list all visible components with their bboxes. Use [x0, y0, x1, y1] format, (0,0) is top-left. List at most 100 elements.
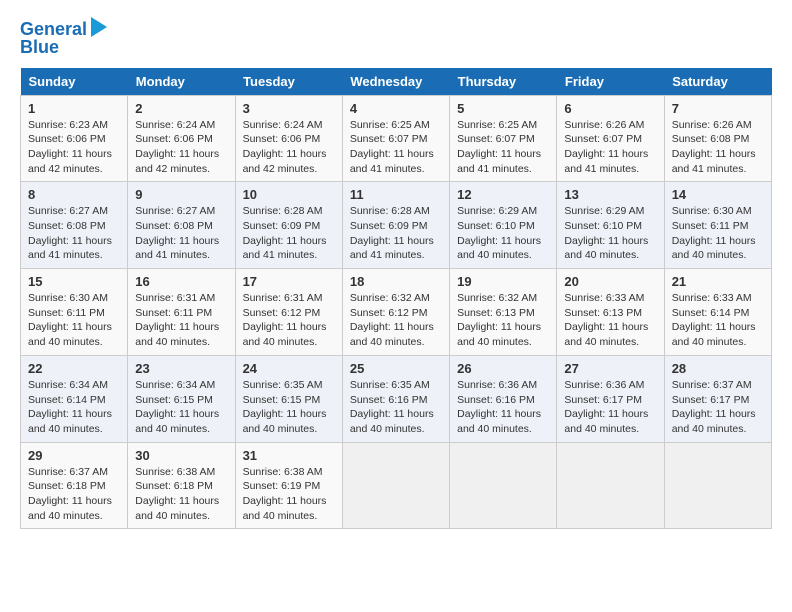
cell-content: Sunrise: 6:26 AM Sunset: 6:07 PM Dayligh…: [564, 118, 656, 177]
calendar-cell: 17 Sunrise: 6:31 AM Sunset: 6:12 PM Dayl…: [235, 269, 342, 356]
cell-content: Sunrise: 6:27 AM Sunset: 6:08 PM Dayligh…: [28, 204, 120, 263]
calendar-cell: [450, 442, 557, 529]
cell-content: Sunrise: 6:36 AM Sunset: 6:17 PM Dayligh…: [564, 378, 656, 437]
calendar-cell: 26 Sunrise: 6:36 AM Sunset: 6:16 PM Dayl…: [450, 355, 557, 442]
sunset-label: Sunset: 6:08 PM: [135, 220, 213, 232]
day-number: 2: [135, 101, 227, 116]
day-number: 30: [135, 448, 227, 463]
day-number: 1: [28, 101, 120, 116]
calendar-cell: 21 Sunrise: 6:33 AM Sunset: 6:14 PM Dayl…: [664, 269, 771, 356]
calendar-week-4: 22 Sunrise: 6:34 AM Sunset: 6:14 PM Dayl…: [21, 355, 772, 442]
calendar-cell: [342, 442, 449, 529]
day-number: 24: [243, 361, 335, 376]
sunset-label: Sunset: 6:15 PM: [135, 394, 213, 406]
day-number: 10: [243, 187, 335, 202]
calendar-cell: 12 Sunrise: 6:29 AM Sunset: 6:10 PM Dayl…: [450, 182, 557, 269]
day-number: 9: [135, 187, 227, 202]
sunset-label: Sunset: 6:16 PM: [457, 394, 535, 406]
daylight-label: Daylight: 11 hours and 40 minutes.: [243, 321, 327, 348]
calendar-cell: 14 Sunrise: 6:30 AM Sunset: 6:11 PM Dayl…: [664, 182, 771, 269]
day-number: 18: [350, 274, 442, 289]
sunrise-label: Sunrise: 6:30 AM: [672, 205, 752, 217]
daylight-label: Daylight: 11 hours and 40 minutes.: [457, 235, 541, 262]
calendar-cell: 27 Sunrise: 6:36 AM Sunset: 6:17 PM Dayl…: [557, 355, 664, 442]
cell-content: Sunrise: 6:26 AM Sunset: 6:08 PM Dayligh…: [672, 118, 764, 177]
sunset-label: Sunset: 6:17 PM: [564, 394, 642, 406]
calendar-cell: 1 Sunrise: 6:23 AM Sunset: 6:06 PM Dayli…: [21, 95, 128, 182]
cell-content: Sunrise: 6:34 AM Sunset: 6:14 PM Dayligh…: [28, 378, 120, 437]
sunrise-label: Sunrise: 6:26 AM: [672, 119, 752, 131]
sunset-label: Sunset: 6:06 PM: [28, 133, 106, 145]
calendar-cell: 7 Sunrise: 6:26 AM Sunset: 6:08 PM Dayli…: [664, 95, 771, 182]
calendar-cell: [664, 442, 771, 529]
weekday-header-wednesday: Wednesday: [342, 68, 449, 96]
sunset-label: Sunset: 6:08 PM: [672, 133, 750, 145]
day-number: 8: [28, 187, 120, 202]
sunrise-label: Sunrise: 6:35 AM: [350, 379, 430, 391]
sunrise-label: Sunrise: 6:27 AM: [135, 205, 215, 217]
sunset-label: Sunset: 6:12 PM: [243, 307, 321, 319]
day-number: 7: [672, 101, 764, 116]
weekday-header-tuesday: Tuesday: [235, 68, 342, 96]
cell-content: Sunrise: 6:35 AM Sunset: 6:16 PM Dayligh…: [350, 378, 442, 437]
sunrise-label: Sunrise: 6:37 AM: [28, 466, 108, 478]
day-number: 15: [28, 274, 120, 289]
sunrise-label: Sunrise: 6:37 AM: [672, 379, 752, 391]
sunrise-label: Sunrise: 6:24 AM: [135, 119, 215, 131]
day-number: 12: [457, 187, 549, 202]
daylight-label: Daylight: 11 hours and 40 minutes.: [28, 495, 112, 522]
calendar-week-5: 29 Sunrise: 6:37 AM Sunset: 6:18 PM Dayl…: [21, 442, 772, 529]
sunrise-label: Sunrise: 6:32 AM: [350, 292, 430, 304]
calendar-week-3: 15 Sunrise: 6:30 AM Sunset: 6:11 PM Dayl…: [21, 269, 772, 356]
calendar-cell: 30 Sunrise: 6:38 AM Sunset: 6:18 PM Dayl…: [128, 442, 235, 529]
calendar-table: SundayMondayTuesdayWednesdayThursdayFrid…: [20, 68, 772, 530]
calendar-week-1: 1 Sunrise: 6:23 AM Sunset: 6:06 PM Dayli…: [21, 95, 772, 182]
day-number: 5: [457, 101, 549, 116]
sunrise-label: Sunrise: 6:30 AM: [28, 292, 108, 304]
daylight-label: Daylight: 11 hours and 41 minutes.: [243, 235, 327, 262]
weekday-header-sunday: Sunday: [21, 68, 128, 96]
sunset-label: Sunset: 6:07 PM: [457, 133, 535, 145]
sunset-label: Sunset: 6:15 PM: [243, 394, 321, 406]
cell-content: Sunrise: 6:33 AM Sunset: 6:13 PM Dayligh…: [564, 291, 656, 350]
calendar-cell: 10 Sunrise: 6:28 AM Sunset: 6:09 PM Dayl…: [235, 182, 342, 269]
sunset-label: Sunset: 6:17 PM: [672, 394, 750, 406]
calendar-cell: 22 Sunrise: 6:34 AM Sunset: 6:14 PM Dayl…: [21, 355, 128, 442]
sunrise-label: Sunrise: 6:31 AM: [243, 292, 323, 304]
day-number: 20: [564, 274, 656, 289]
sunset-label: Sunset: 6:09 PM: [350, 220, 428, 232]
day-number: 3: [243, 101, 335, 116]
cell-content: Sunrise: 6:30 AM Sunset: 6:11 PM Dayligh…: [672, 204, 764, 263]
sunrise-label: Sunrise: 6:28 AM: [350, 205, 430, 217]
weekday-header-thursday: Thursday: [450, 68, 557, 96]
sunrise-label: Sunrise: 6:27 AM: [28, 205, 108, 217]
cell-content: Sunrise: 6:34 AM Sunset: 6:15 PM Dayligh…: [135, 378, 227, 437]
sunset-label: Sunset: 6:06 PM: [243, 133, 321, 145]
sunrise-label: Sunrise: 6:29 AM: [564, 205, 644, 217]
daylight-label: Daylight: 11 hours and 40 minutes.: [457, 321, 541, 348]
daylight-label: Daylight: 11 hours and 40 minutes.: [564, 321, 648, 348]
day-number: 4: [350, 101, 442, 116]
sunset-label: Sunset: 6:13 PM: [457, 307, 535, 319]
calendar-cell: 18 Sunrise: 6:32 AM Sunset: 6:12 PM Dayl…: [342, 269, 449, 356]
weekday-header-saturday: Saturday: [664, 68, 771, 96]
calendar-cell: 3 Sunrise: 6:24 AM Sunset: 6:06 PM Dayli…: [235, 95, 342, 182]
logo-blue-text: Blue: [20, 38, 59, 58]
calendar-cell: 20 Sunrise: 6:33 AM Sunset: 6:13 PM Dayl…: [557, 269, 664, 356]
sunset-label: Sunset: 6:09 PM: [243, 220, 321, 232]
daylight-label: Daylight: 11 hours and 42 minutes.: [28, 148, 112, 175]
sunrise-label: Sunrise: 6:33 AM: [672, 292, 752, 304]
cell-content: Sunrise: 6:28 AM Sunset: 6:09 PM Dayligh…: [243, 204, 335, 263]
calendar-cell: [557, 442, 664, 529]
daylight-label: Daylight: 11 hours and 41 minutes.: [135, 235, 219, 262]
day-number: 19: [457, 274, 549, 289]
cell-content: Sunrise: 6:30 AM Sunset: 6:11 PM Dayligh…: [28, 291, 120, 350]
sunrise-label: Sunrise: 6:36 AM: [564, 379, 644, 391]
calendar-cell: 16 Sunrise: 6:31 AM Sunset: 6:11 PM Dayl…: [128, 269, 235, 356]
daylight-label: Daylight: 11 hours and 41 minutes.: [672, 148, 756, 175]
sunrise-label: Sunrise: 6:25 AM: [457, 119, 537, 131]
cell-content: Sunrise: 6:24 AM Sunset: 6:06 PM Dayligh…: [243, 118, 335, 177]
sunrise-label: Sunrise: 6:24 AM: [243, 119, 323, 131]
daylight-label: Daylight: 11 hours and 40 minutes.: [564, 235, 648, 262]
day-number: 31: [243, 448, 335, 463]
